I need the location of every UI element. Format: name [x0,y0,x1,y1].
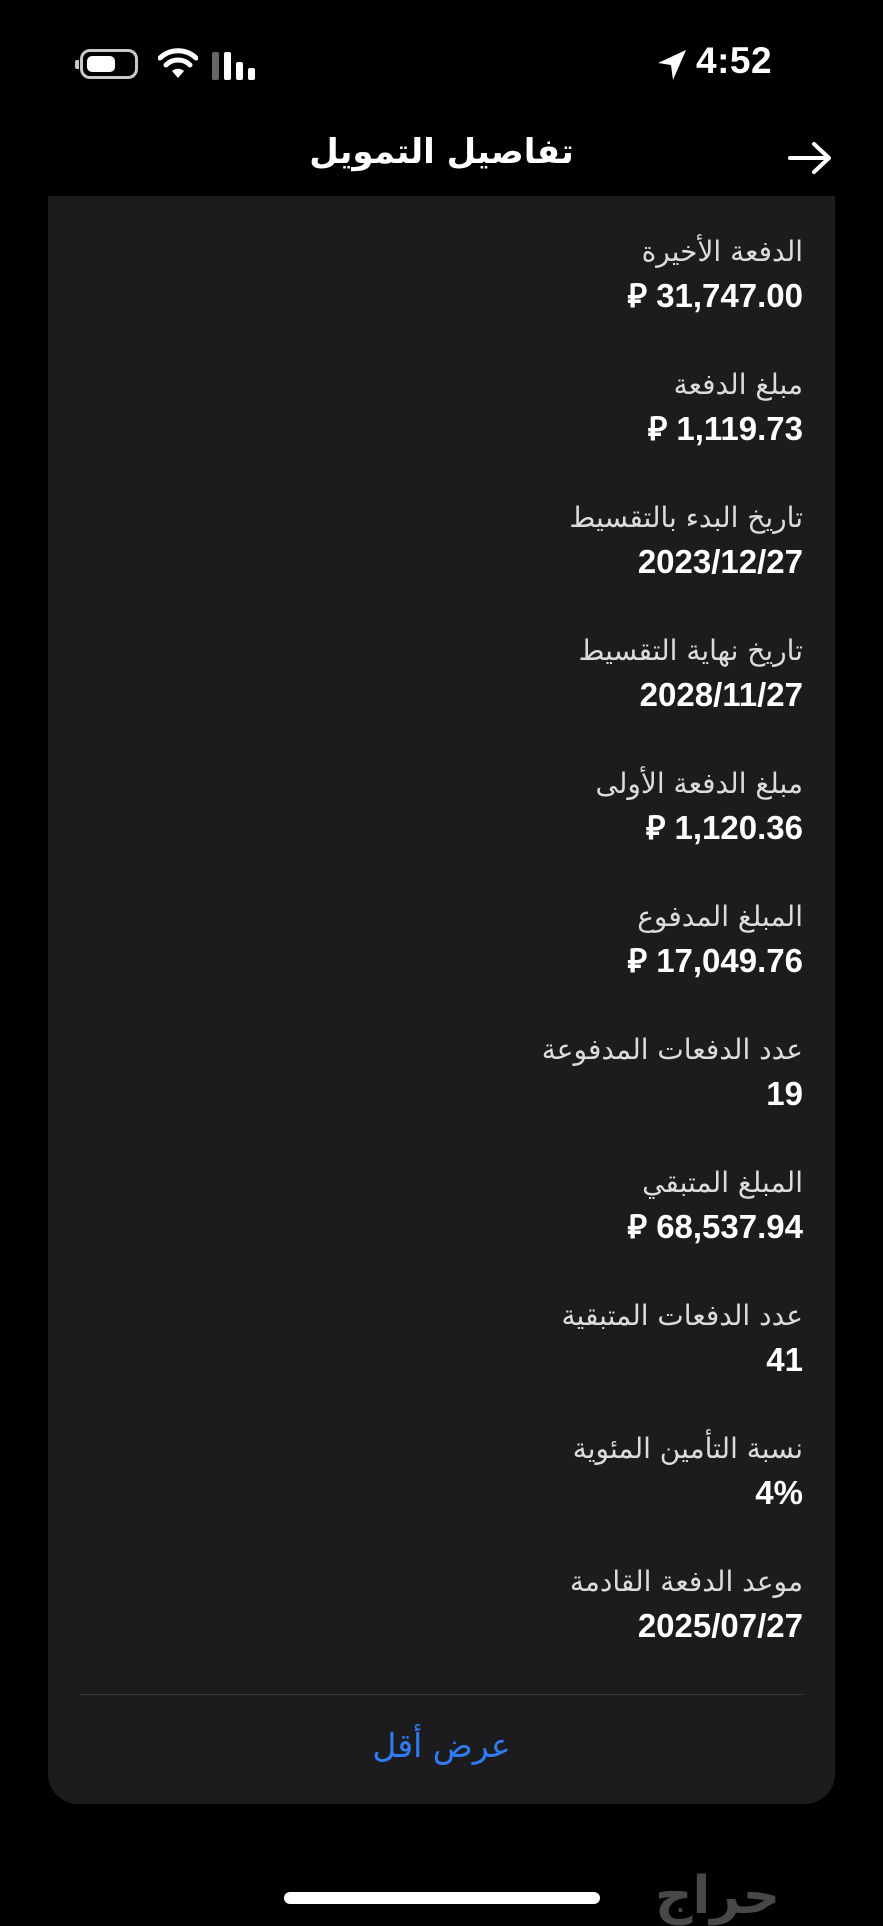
detail-value-text: 19 [766,1075,803,1112]
financing-details-card: الدفعة الأخيرة ⃁ 31,747.00 مبلغ الدفعة ⃁ 1,… [48,196,835,1804]
detail-value-text: 2028/11/27 [639,676,803,713]
detail-value-text: 1,120.36 [674,809,803,846]
detail-row: موعد الدفعة القادمة 2025/07/27 [103,1562,803,1648]
detail-row: مبلغ الدفعة ⃁ 1,119.73 [103,365,803,451]
page-title: تفاصيل التمويل [309,132,574,172]
show-less-button[interactable]: عرض أقل [48,1726,835,1765]
haraj-watermark: حراج [655,1866,781,1926]
riyal-currency-icon: ⃁ [627,1208,648,1245]
detail-value: 4% [103,1471,803,1515]
detail-value-text: 4% [755,1474,803,1511]
location-arrow-icon [658,50,686,80]
riyal-currency-icon: ⃁ [645,809,666,846]
detail-value-text: 31,747.00 [656,277,803,314]
detail-label: الدفعة الأخيرة [641,235,803,268]
status-time: 4:52 [696,40,773,81]
detail-value: 41 [103,1338,803,1382]
detail-label: المبلغ المدفوع [637,900,803,933]
detail-row: نسبة التأمين المئوية 4% [103,1429,803,1515]
detail-row: تاريخ نهاية التقسيط 2028/11/27 [103,631,803,717]
riyal-currency-icon: ⃁ [627,277,648,314]
detail-label: تاريخ البدء بالتقسيط [569,501,803,534]
detail-value: 2023/12/27 [103,540,803,584]
battery-icon [75,49,138,79]
detail-row: عدد الدفعات المتبقية 41 [103,1296,804,1382]
detail-row: المبلغ المدفوع ⃁ 17,049.76 [103,897,803,983]
detail-row: الدفعة الأخيرة ⃁ 31,747.00 [103,232,803,318]
detail-label: مبلغ الدفعة [673,368,803,401]
detail-row: عدد الدفعات المدفوعة 19 [103,1030,803,1116]
detail-row: المبلغ المتبقي ⃁ 68,537.94 [103,1163,803,1249]
detail-row: تاريخ البدء بالتقسيط 2023/12/27 [103,498,803,584]
wifi-icon [158,48,198,78]
detail-label: المبلغ المتبقي [642,1166,803,1199]
detail-value: ⃁ 17,049.76 [103,939,803,983]
detail-value-text: 17,049.76 [656,942,803,979]
detail-value: 19 [103,1072,803,1116]
detail-value-text: 41 [766,1341,803,1378]
detail-value-text: 1,119.73 [676,410,803,447]
detail-label: مبلغ الدفعة الأولى [595,767,803,800]
detail-label: تاريخ نهاية التقسيط [578,634,803,667]
detail-value-text: 68,537.94 [656,1208,803,1245]
signal-icon [212,52,255,80]
detail-label: موعد الدفعة القادمة [569,1565,803,1598]
detail-value-text: 2023/12/27 [637,543,803,580]
detail-value: 2025/07/27 [103,1604,803,1648]
arrow-right-icon[interactable] [786,138,836,178]
divider [80,1694,803,1695]
detail-value-text: 2025/07/27 [637,1607,803,1644]
detail-label: نسبة التأمين المئوية [572,1432,803,1465]
home-indicator[interactable] [284,1892,600,1904]
detail-label: عدد الدفعات المدفوعة [541,1033,803,1066]
detail-value: ⃁ 68,537.94 [103,1205,803,1249]
detail-value: ⃁ 31,747.00 [103,274,803,318]
detail-value: 2028/11/27 [103,673,803,717]
detail-value: ⃁ 1,119.73 [103,407,803,451]
detail-row: مبلغ الدفعة الأولى ⃁ 1,120.36 [103,764,803,850]
detail-value: ⃁ 1,120.36 [103,806,803,850]
status-bar: 4:52 [0,0,883,130]
riyal-currency-icon: ⃁ [627,942,648,979]
riyal-currency-icon: ⃁ [647,410,668,447]
detail-label: عدد الدفعات المتبقية [561,1299,804,1332]
